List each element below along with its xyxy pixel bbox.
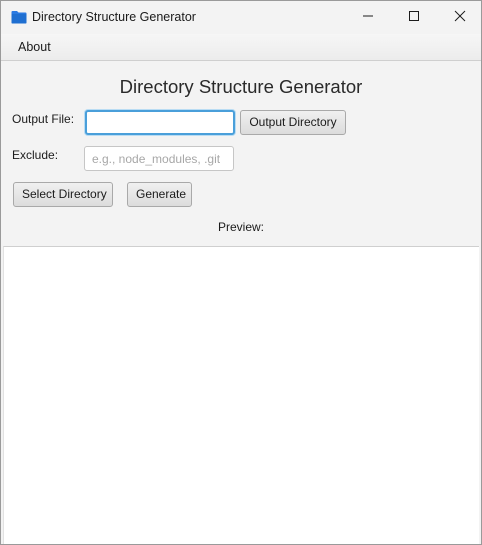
preview-text-area[interactable] <box>3 246 479 544</box>
form-panel: Directory Structure Generator Output Fil… <box>1 62 481 246</box>
menu-item-about[interactable]: About <box>10 34 59 61</box>
output-directory-button[interactable]: Output Directory <box>240 110 346 135</box>
minimize-icon <box>362 9 374 27</box>
menu-bar: About <box>1 34 481 61</box>
app-window: Directory Structure Generator About Dire… <box>0 0 482 545</box>
exclude-label: Exclude: <box>12 148 59 162</box>
title-bar[interactable]: Directory Structure Generator <box>1 1 481 34</box>
window-title: Directory Structure Generator <box>32 10 196 24</box>
maximize-button[interactable] <box>391 1 437 34</box>
generate-button[interactable]: Generate <box>127 182 192 207</box>
folder-dsg-icon <box>11 10 27 24</box>
minimize-button[interactable] <box>345 1 391 34</box>
close-icon <box>454 9 466 27</box>
output-file-input[interactable] <box>85 110 235 135</box>
output-file-label: Output File: <box>12 112 75 126</box>
maximize-icon <box>408 9 420 27</box>
preview-label: Preview: <box>217 220 264 234</box>
select-directory-button[interactable]: Select Directory <box>13 182 113 207</box>
exclude-input[interactable] <box>84 146 234 171</box>
page-title: Directory Structure Generator <box>119 76 363 97</box>
close-button[interactable] <box>437 1 481 34</box>
